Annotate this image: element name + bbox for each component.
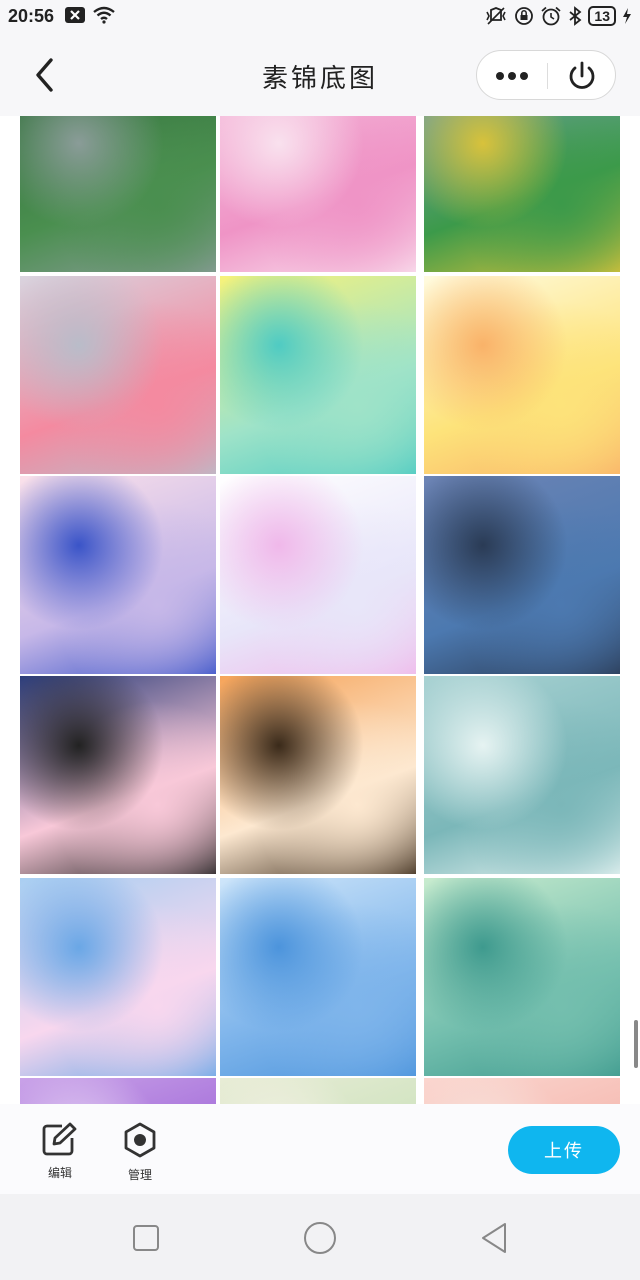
scrollbar[interactable] (634, 1020, 638, 1068)
rotation-lock-icon (514, 6, 534, 26)
image-tile-ocean-girl-on-rocks[interactable] (424, 476, 620, 674)
image-tile-peach-pink-partial[interactable] (424, 1078, 620, 1104)
wifi-icon (92, 6, 116, 24)
manage-label: 管理 (127, 1168, 152, 1182)
image-tile-orange-cloud-trees[interactable] (220, 676, 416, 874)
image-tile-light-blue-splash-watercolor[interactable] (220, 878, 416, 1076)
image-tile-mint-teal-watercolor[interactable] (424, 878, 620, 1076)
more-dots-icon (496, 72, 528, 80)
image-tile-purple-watercolor-partial[interactable] (20, 1078, 216, 1104)
square-icon (133, 1225, 159, 1251)
upload-button[interactable]: 上传 (508, 1126, 620, 1174)
manage-hexagon-icon (124, 1122, 156, 1158)
background-image-grid (0, 116, 640, 1104)
close-box-icon (64, 6, 86, 24)
image-tile-grey-pink-cloud-watercolor[interactable] (20, 276, 216, 474)
edit-label: 编辑 (47, 1166, 72, 1180)
nav-header: 素锦底图 (0, 34, 640, 116)
status-right-icons: 13 (484, 6, 632, 26)
image-tile-teal-floral-watercolor[interactable] (424, 676, 620, 874)
image-tile-yellow-swirl-watercolor[interactable] (220, 276, 416, 474)
more-button[interactable] (477, 51, 547, 101)
edit-button[interactable]: 编辑 (30, 1122, 90, 1181)
battery-icon: 13 (588, 6, 616, 26)
system-nav-bar (0, 1194, 640, 1280)
system-back-button[interactable] (472, 1216, 516, 1260)
bluetooth-icon (568, 6, 582, 26)
miniprogram-capsule (476, 50, 616, 100)
status-left-icons (64, 6, 116, 24)
image-tile-pastel-green-partial[interactable] (220, 1078, 416, 1104)
vibrate-icon (484, 6, 508, 26)
image-tile-blue-pink-sky-watercolor[interactable] (20, 878, 216, 1076)
image-tile-pink-blue-gradient-watercolor[interactable] (20, 476, 216, 674)
status-time: 20:56 (8, 6, 55, 26)
charging-icon (622, 7, 632, 25)
circle-icon (304, 1222, 336, 1254)
power-icon (569, 61, 595, 89)
alarm-icon (540, 6, 562, 26)
image-tile-rainbow-splatter-watercolor[interactable] (424, 116, 620, 272)
triangle-back-icon (482, 1223, 506, 1253)
status-bar: 20:56 13 (0, 0, 640, 34)
image-tile-pale-city-skyline[interactable] (220, 476, 416, 674)
recent-apps-button[interactable] (124, 1216, 168, 1260)
manage-button[interactable]: 管理 (110, 1122, 170, 1183)
edit-pencil-icon (42, 1122, 77, 1156)
home-button[interactable] (298, 1216, 342, 1260)
bottom-toolbar: 编辑 管理 上传 (0, 1104, 640, 1194)
image-tile-night-cloud-building[interactable] (20, 676, 216, 874)
image-tile-pink-marble-watercolor[interactable] (220, 116, 416, 272)
image-tile-yellow-orange-glow-watercolor[interactable] (424, 276, 620, 474)
close-miniprogram-button[interactable] (548, 51, 616, 101)
image-tile-green-galaxy-watercolor[interactable] (20, 116, 216, 272)
